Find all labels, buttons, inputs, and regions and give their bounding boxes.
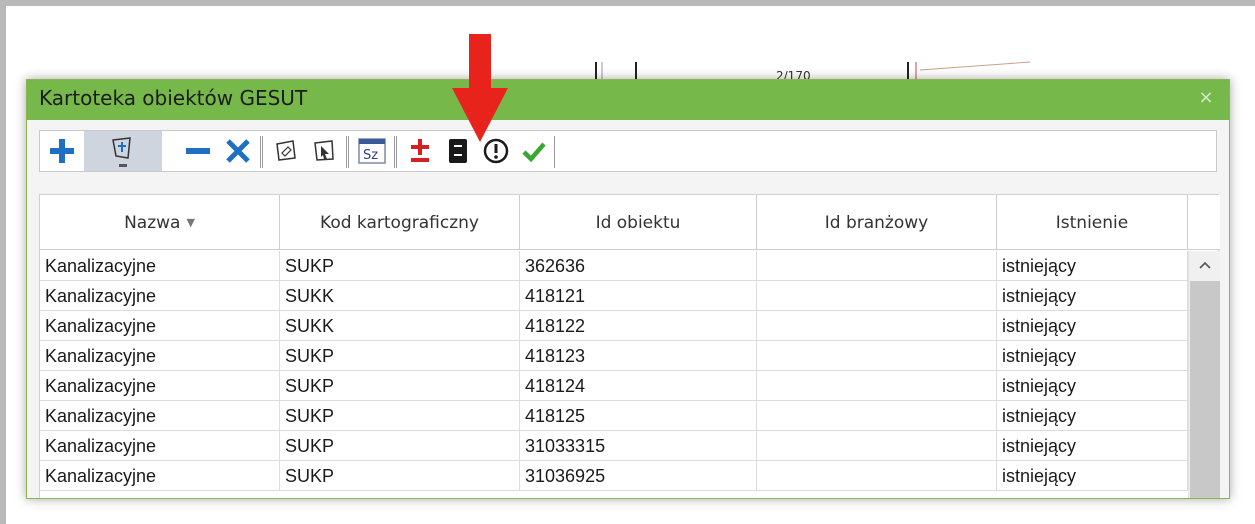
select-polygon-icon: [314, 140, 334, 161]
close-button[interactable]: ×: [1197, 89, 1215, 107]
cell-id-obiektu: 418123: [520, 341, 757, 371]
cell-id-branzowy: [757, 461, 997, 491]
cell-id-branzowy: [757, 251, 997, 281]
sz-label: Sz: [363, 148, 378, 163]
column-header-nazwa[interactable]: Nazwa ▼: [40, 195, 280, 250]
sz-button[interactable]: Sz: [354, 133, 390, 169]
table-row[interactable]: Kanalizacyjne SUKK 418121 istniejący: [40, 281, 1188, 311]
chevron-up-icon: [1199, 261, 1211, 269]
delete-icon: [226, 139, 250, 163]
toolbar-separator: [394, 136, 397, 168]
cell-id-obiektu: 418125: [520, 401, 757, 431]
dialog-title: Kartoteka obiektów GESUT: [39, 86, 308, 110]
cell-id-branzowy: [757, 341, 997, 371]
cell-nazwa: Kanalizacyjne: [40, 371, 280, 401]
cell-kod: SUKP: [280, 371, 520, 401]
plus-minus-icon: [411, 139, 429, 162]
select-polygon-button[interactable]: [306, 133, 342, 169]
toolbar-separator: [346, 136, 349, 168]
cell-istnienie: istniejący: [997, 431, 1188, 461]
toolbar-separator: [554, 136, 557, 168]
cell-id-obiektu: 418124: [520, 371, 757, 401]
confirm-button[interactable]: [516, 133, 552, 169]
sort-desc-icon: ▼: [186, 216, 195, 229]
cell-kod: SUKP: [280, 461, 520, 491]
column-label: Istnienie: [1055, 212, 1129, 233]
cell-kod: SUKP: [280, 401, 520, 431]
table-header: Nazwa ▼ Kod kartograficzny Id obiektu Id…: [40, 195, 1220, 250]
objects-table: Nazwa ▼ Kod kartograficzny Id obiektu Id…: [39, 194, 1221, 498]
cell-id-branzowy: [757, 431, 997, 461]
cell-id-branzowy: [757, 281, 997, 311]
cell-nazwa: Kanalizacyjne: [40, 341, 280, 371]
table-row[interactable]: Kanalizacyjne SUKP 31033315 istniejący: [40, 431, 1188, 461]
cell-nazwa: Kanalizacyjne: [40, 281, 280, 311]
cell-nazwa: Kanalizacyjne: [40, 251, 280, 281]
cell-id-branzowy: [757, 401, 997, 431]
cell-istnienie: istniejący: [997, 311, 1188, 341]
cell-nazwa: Kanalizacyjne: [40, 311, 280, 341]
cell-id-obiektu: 418122: [520, 311, 757, 341]
cell-istnienie: istniejący: [997, 281, 1188, 311]
toolbar: Sz: [39, 130, 1217, 172]
draw-polygon-button[interactable]: [268, 133, 304, 169]
delete-button[interactable]: [220, 133, 256, 169]
cell-istnienie: istniejący: [997, 251, 1188, 281]
column-header-id-branzowy[interactable]: Id branżowy: [757, 195, 997, 250]
column-header-id-obiektu[interactable]: Id obiektu: [520, 195, 757, 250]
confirm-check-icon: [522, 142, 546, 163]
table-row[interactable]: Kanalizacyjne SUKP 418125 istniejący: [40, 401, 1188, 431]
toolbar-separator: [260, 136, 263, 168]
column-label: Nazwa: [124, 212, 181, 233]
cell-istnienie: istniejący: [997, 341, 1188, 371]
add-button[interactable]: [44, 133, 80, 169]
cell-istnienie: istniejący: [997, 401, 1188, 431]
cell-id-obiektu: 418121: [520, 281, 757, 311]
scroll-up-button[interactable]: [1189, 251, 1221, 279]
cell-nazwa: Kanalizacyjne: [40, 401, 280, 431]
column-label: Id branżowy: [824, 212, 929, 233]
column-header-kod[interactable]: Kod kartograficzny: [280, 195, 520, 250]
remove-button[interactable]: [180, 133, 216, 169]
remove-icon: [186, 148, 210, 154]
dialog-titlebar[interactable]: Kartoteka obiektów GESUT ×: [27, 80, 1229, 120]
edit-geometry-icon: [112, 137, 131, 167]
cell-istnienie: istniejący: [997, 371, 1188, 401]
table-row[interactable]: Kanalizacyjne SUKP 418123 istniejący: [40, 341, 1188, 371]
column-label: Kod kartograficzny: [320, 212, 479, 233]
vertical-scrollbar[interactable]: [1188, 251, 1221, 498]
add-icon: [50, 139, 74, 163]
sz-icon: Sz: [358, 138, 386, 164]
cell-nazwa: Kanalizacyjne: [40, 431, 280, 461]
scroll-thumb[interactable]: [1190, 281, 1220, 498]
table-row[interactable]: Kanalizacyjne SUKP 418124 istniejący: [40, 371, 1188, 401]
draw-polygon-icon: [276, 140, 296, 161]
cell-kod: SUKP: [280, 341, 520, 371]
table-row[interactable]: Kanalizacyjne SUKP 31036925 istniejący: [40, 461, 1188, 491]
cell-kod: SUKP: [280, 431, 520, 461]
edit-geometry-button[interactable]: [84, 131, 162, 171]
cell-kod: SUKK: [280, 281, 520, 311]
cell-id-branzowy: [757, 371, 997, 401]
column-header-istnienie[interactable]: Istnienie: [997, 195, 1188, 250]
annotation-arrow-icon: [452, 34, 508, 142]
cell-id-obiektu: 31033315: [520, 431, 757, 461]
cell-kod: SUKK: [280, 311, 520, 341]
table-row[interactable]: Kanalizacyjne SUKK 418122 istniejący: [40, 311, 1188, 341]
cell-nazwa: Kanalizacyjne: [40, 461, 280, 491]
cell-istnienie: istniejący: [997, 461, 1188, 491]
cell-kod: SUKP: [280, 251, 520, 281]
cell-id-obiektu: 31036925: [520, 461, 757, 491]
table-row[interactable]: Kanalizacyjne SUKP 362636 istniejący: [40, 251, 1188, 281]
column-label: Id obiektu: [595, 212, 681, 233]
cell-id-obiektu: 362636: [520, 251, 757, 281]
cell-id-branzowy: [757, 311, 997, 341]
gesut-objects-dialog: Kartoteka obiektów GESUT × Sz Nazwa ▼ Ko…: [26, 79, 1230, 499]
plus-minus-button[interactable]: [402, 133, 438, 169]
table-body: Kanalizacyjne SUKP 362636 istniejący Kanaliz…: [40, 251, 1188, 491]
